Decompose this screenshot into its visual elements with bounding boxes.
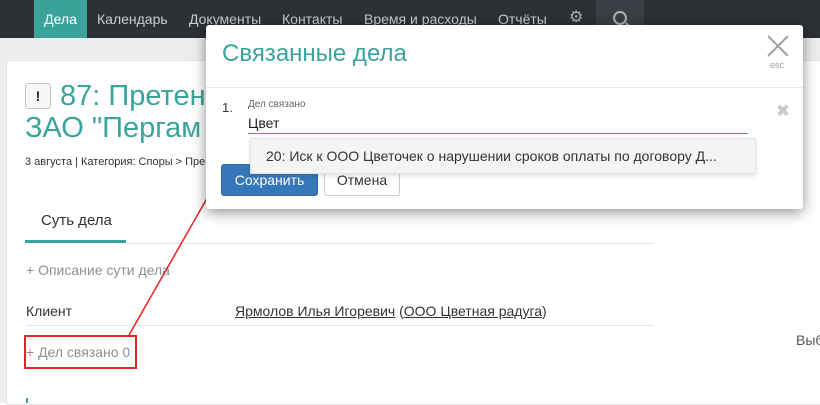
related-case-field-label: Дел связано <box>248 99 306 110</box>
close-icon[interactable] <box>766 35 790 59</box>
related-cases-dialog: Связанные дела esc 1. Дел связано ✖ Сохр… <box>206 25 803 209</box>
remove-row-icon[interactable]: ✖ <box>776 104 790 120</box>
esc-hint: esc <box>770 60 785 70</box>
autocomplete-option[interactable]: 20: Иск к ООО Цветочек о нарушении сроко… <box>266 148 717 164</box>
dialog-header-divider <box>206 87 803 88</box>
dialog-title: Связанные дела <box>222 40 407 67</box>
row-number: 1. <box>222 100 233 115</box>
autocomplete-dropdown: 20: Иск к ООО Цветочек о нарушении сроко… <box>250 138 756 174</box>
related-case-search-input[interactable] <box>248 113 748 134</box>
